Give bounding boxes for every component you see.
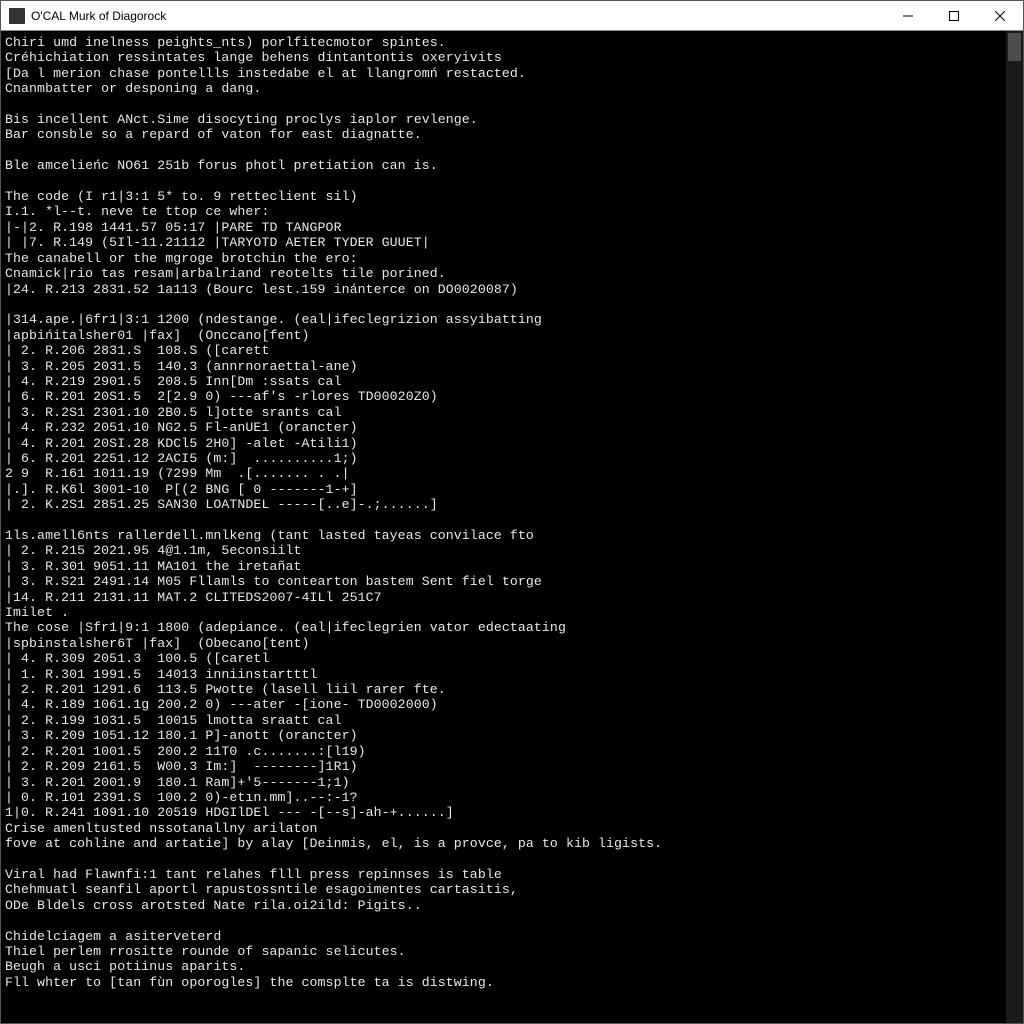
scrollbar[interactable] [1006, 31, 1023, 1023]
minimize-icon [903, 11, 913, 21]
terminal-output[interactable]: Chiri umd inelness peights_nts) porlfite… [1, 31, 1006, 1023]
window-controls [885, 1, 1023, 30]
maximize-icon [949, 11, 959, 21]
window-title: O'CAL Murk of Diagorock [31, 9, 166, 23]
scrollbar-thumb[interactable] [1008, 33, 1021, 61]
minimize-button[interactable] [885, 1, 931, 30]
close-button[interactable] [977, 1, 1023, 30]
maximize-button[interactable] [931, 1, 977, 30]
close-icon [995, 11, 1005, 21]
app-icon [9, 8, 25, 24]
client-area: Chiri umd inelness peights_nts) porlfite… [1, 31, 1023, 1023]
window: O'CAL Murk of Diagorock Chiri umd inelne… [0, 0, 1024, 1024]
titlebar[interactable]: O'CAL Murk of Diagorock [1, 1, 1023, 31]
